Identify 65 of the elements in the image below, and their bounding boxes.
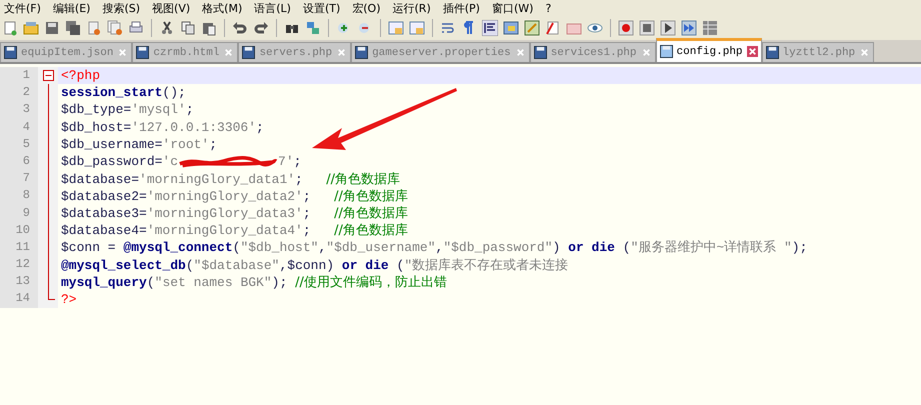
line-number: 1 (0, 67, 38, 84)
code-line: $database4='morningGlory_data4'; //角色数据库 (60, 222, 408, 240)
line-number: 2 (0, 84, 38, 102)
line-number: 11 (0, 238, 38, 256)
file-tab[interactable]: config.php (656, 38, 762, 62)
record-icon[interactable] (618, 20, 634, 36)
code-line: $db_username='root'; (60, 136, 218, 152)
window-icon[interactable] (409, 20, 425, 36)
window-icon[interactable] (388, 20, 404, 36)
indent-guide-icon[interactable] (482, 20, 498, 36)
menu-item[interactable]: 语言(L) (254, 0, 291, 16)
replace-icon[interactable] (305, 20, 321, 36)
stop-icon[interactable] (639, 20, 655, 36)
code-line: <?php (60, 68, 100, 84)
paste-icon[interactable] (201, 20, 217, 36)
line-number: 12 (0, 256, 38, 274)
code-line: $database='morningGlory_data1'; //角色数据库 (60, 170, 400, 188)
menu-item[interactable]: 编辑(E) (52, 0, 90, 16)
fold-toggle-icon[interactable] (42, 70, 54, 81)
code-editor[interactable] (0, 64, 921, 405)
close-icon[interactable] (746, 46, 758, 57)
panel-icon[interactable] (503, 20, 519, 36)
copy-icon[interactable] (180, 20, 196, 36)
code-line: $db_password='c 7'; (60, 154, 302, 170)
code-line: $db_host='127.0.0.1:3306'; (60, 120, 264, 135)
code-line: $database3='morningGlory_data3'; //角色数据库 (60, 205, 408, 222)
menu-item[interactable]: 文件(F) (4, 0, 41, 16)
menu-item[interactable]: ? (545, 2, 552, 14)
line-number: 13 (0, 273, 38, 290)
undo-icon[interactable] (232, 20, 248, 36)
menu-item[interactable]: 搜索(S) (102, 0, 140, 16)
code-line: mysql_query("set names BGK"); //使用文件编码，防止出错 (60, 274, 447, 291)
code-line: $db_type='mysql'; (60, 102, 194, 118)
code-line: $database2='morningGlory_data2'; //角色数据库 (60, 188, 408, 205)
fast-forward-icon[interactable] (681, 20, 697, 36)
line-number: 7 (0, 170, 38, 188)
code-line: ?> (60, 292, 77, 307)
grid-icon[interactable] (702, 20, 718, 36)
menu-item[interactable]: 运行(R) (392, 0, 431, 16)
play-icon[interactable] (660, 20, 676, 36)
new-file-icon[interactable] (2, 20, 18, 36)
line-number: 4 (0, 118, 38, 136)
menu-item[interactable]: 插件(P) (442, 0, 480, 16)
line-number: 6 (0, 152, 38, 170)
line-number: 9 (0, 204, 38, 222)
menu-item[interactable]: 宏(O) (352, 0, 381, 16)
line-number: 14 (0, 290, 38, 308)
cut-icon[interactable] (159, 20, 175, 36)
line-number: 3 (0, 101, 38, 119)
save-icon[interactable] (44, 20, 60, 36)
document-icon[interactable] (545, 20, 561, 36)
save-all-icon[interactable] (65, 20, 81, 36)
code-line: session_start(); (60, 85, 186, 100)
code-line: $conn = @mysql_connect("$db_host","$db_username","$db_password") or die ("服务器维护中~详情联系 "); (60, 239, 808, 256)
menu-item[interactable]: 视图(V) (152, 0, 190, 16)
line-number: 10 (0, 222, 38, 239)
menu-item[interactable]: 窗口(W) (492, 0, 534, 16)
menu-item[interactable]: 格式(M) (202, 0, 242, 16)
close-file-icon[interactable] (86, 20, 102, 36)
menu-item[interactable]: 设置(T) (302, 0, 340, 16)
code-line: @mysql_select_db("$database",$conn) or die ("数据库表不存在或者未连接 (60, 256, 568, 274)
close-all-icon[interactable] (107, 20, 123, 36)
line-number: 8 (0, 187, 38, 204)
line-number: 5 (0, 136, 38, 153)
redo-icon[interactable] (253, 20, 269, 36)
